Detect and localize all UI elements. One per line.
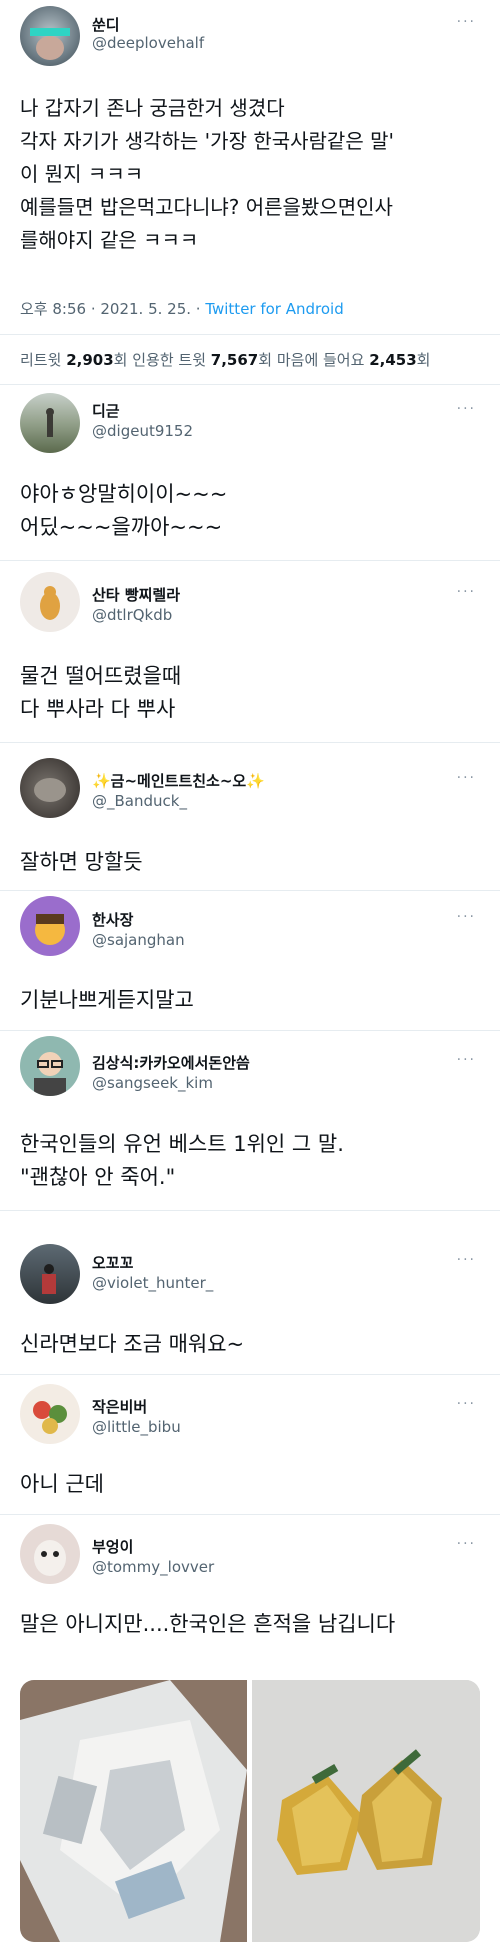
reply-author-handle[interactable]: @tommy_lovver [92,1558,214,1576]
reply-line: "괜찮아 안 죽어." [20,1165,176,1189]
quotes-count[interactable]: 7,567 [211,351,258,369]
retweets-unit: 회 [113,351,128,369]
more-icon[interactable]: ··· [457,401,476,417]
divider [0,1374,500,1375]
reply-author-name[interactable]: ✨금~메인트트친소~오✨ [92,770,265,791]
tweet-line: 나 갑자기 존나 궁금한거 생겼다 [20,96,285,120]
avatar-image [30,28,70,60]
divider [0,1514,500,1515]
reply-text: 기분나쁘게듣지말고 [20,984,194,1017]
more-icon[interactable]: ··· [457,1536,476,1552]
reply-line: 다 뿌사라 다 뿌사 [20,697,176,721]
timestamp-text: 오후 8:56 · 2021. 5. 25. · [20,300,206,318]
reply-line: 한국인들의 유언 베스트 1위인 그 말. [20,1132,344,1156]
reply-author-name[interactable]: 산타 빵찌렐라 [92,584,180,605]
quotes-label[interactable]: 인용한 트윗 [132,351,206,369]
reply-author-name[interactable]: 오꼬꼬 [92,1252,133,1273]
photo-folded-wrappers[interactable] [252,1680,480,1942]
reply-text: 야아ㅎ앙말히이이~~~ 어딨~~~을까아~~~ [20,478,227,544]
tweet-line: 이 뭔지 ㅋㅋㅋ [20,162,144,186]
reply-text: 잘하면 망할듯 [20,846,143,879]
likes-unit: 회 [416,351,431,369]
more-icon[interactable]: ··· [457,1396,476,1412]
reply-line: 어딨~~~을까아~~~ [20,515,223,539]
divider [0,384,500,385]
divider [0,334,500,335]
reply-author-handle[interactable]: @_Banduck_ [92,792,187,810]
reply-author-name[interactable]: 부엉이 [92,1536,133,1557]
avatar[interactable] [20,758,80,818]
avatar[interactable] [20,1036,80,1096]
retweets-label[interactable]: 리트윗 [20,351,61,369]
reply-author-name[interactable]: 한사장 [92,909,133,930]
newspaper-image [20,1680,247,1942]
more-icon[interactable]: ··· [457,14,476,30]
tweet-line: 예를들면 밥은먹고다니냐? 어른을봤으면인사 [20,195,393,219]
tweet-line: 를해야지 같은 ㅋㅋㅋ [20,228,199,252]
avatar[interactable] [20,393,80,453]
avatar-image [40,586,60,620]
retweets-count[interactable]: 2,903 [66,351,113,369]
avatar-image [35,914,65,945]
reply-line: 말은 아니지만....한국인은 흔적을 남깁니다 [20,1612,396,1636]
reply-author-handle[interactable]: @sajanghan [92,931,185,949]
photo-folded-newspaper[interactable] [20,1680,247,1942]
divider [0,560,500,561]
avatar-image [33,1401,67,1434]
reply-text: 말은 아니지만....한국인은 흔적을 남깁니다 [20,1608,395,1641]
reply-author-name[interactable]: 김상식:카카오에서돈안씀 [92,1052,250,1073]
reply-author-handle[interactable]: @dtlrQkdb [92,606,172,624]
source-link[interactable]: Twitter for Android [205,300,343,318]
avatar[interactable] [20,896,80,956]
reply-author-handle[interactable]: @little_bibu [92,1418,181,1436]
more-icon[interactable]: ··· [457,1052,476,1068]
tweet-stats: 리트윗 2,903회 인용한 트윗 7,567회 마음에 들어요 2,453회 [20,349,430,370]
avatar[interactable] [20,1384,80,1444]
author-handle[interactable]: @deeplovehalf [92,34,204,52]
reply-text: 물건 떨어뜨렸을때 다 뿌사라 다 뿌사 [20,660,181,726]
reply-line: 기분나쁘게듣지말고 [20,988,194,1012]
reply-text: 아니 근데 [20,1468,104,1501]
avatar-image [34,778,66,802]
divider [0,1030,500,1031]
more-icon[interactable]: ··· [457,584,476,600]
reply-author-name[interactable]: 디귿 [92,400,120,421]
reply-line: 아니 근데 [20,1472,104,1496]
wrappers-image [252,1680,480,1942]
avatar[interactable] [20,6,80,66]
more-icon[interactable]: ··· [457,1252,476,1268]
reply-text: 한국인들의 유언 베스트 1위인 그 말. "괜찮아 안 죽어." [20,1128,344,1194]
reply-line: 신라면보다 조금 매워요~ [20,1332,245,1356]
likes-label[interactable]: 마음에 들어요 [277,351,365,369]
avatar-image [42,1264,56,1294]
tweet-text: 나 갑자기 존나 궁금한거 생겼다 각자 자기가 생각하는 '가장 한국사람같은… [20,92,394,257]
avatar-image [46,408,54,437]
more-icon[interactable]: ··· [457,770,476,786]
reply-author-handle[interactable]: @violet_hunter_ [92,1274,213,1292]
divider [0,890,500,891]
reply-author-handle[interactable]: @digeut9152 [92,422,193,440]
avatar-image [34,1540,66,1576]
reply-line: 야아ㅎ앙말히이이~~~ [20,482,228,506]
reply-line: 물건 떨어뜨렸을때 [20,664,182,688]
avatar[interactable] [20,1244,80,1304]
reply-author-handle[interactable]: @sangseek_kim [92,1074,213,1092]
reply-text: 신라면보다 조금 매워요~ [20,1328,244,1361]
divider [0,742,500,743]
reply-line: 잘하면 망할듯 [20,850,143,874]
divider [0,1210,500,1211]
avatar[interactable] [20,1524,80,1584]
avatar[interactable] [20,572,80,632]
more-icon[interactable]: ··· [457,909,476,925]
quotes-unit: 회 [258,351,273,369]
reply-author-name[interactable]: 작은비버 [92,1396,147,1417]
tweet-line: 각자 자기가 생각하는 '가장 한국사람같은 말' [20,129,394,153]
author-name[interactable]: 쑨디 [92,14,120,35]
tweet-timestamp: 오후 8:56 · 2021. 5. 25. · Twitter for And… [20,298,344,319]
avatar-image [34,1052,66,1096]
likes-count[interactable]: 2,453 [369,351,416,369]
